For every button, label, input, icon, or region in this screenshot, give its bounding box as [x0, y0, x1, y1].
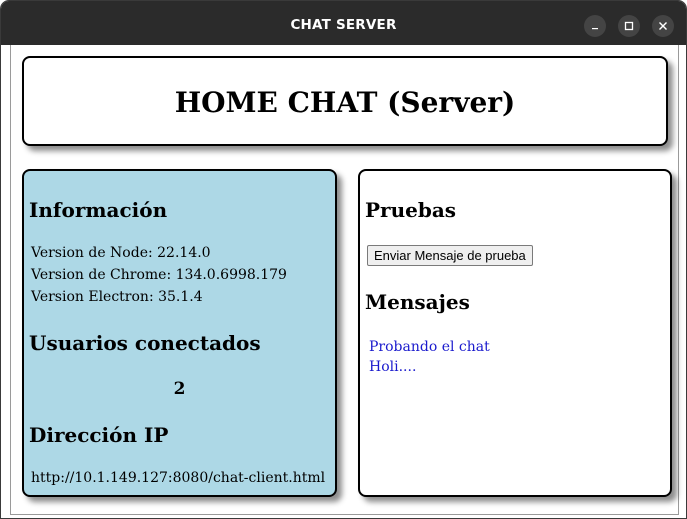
info-heading: Información [29, 198, 168, 222]
message-item: Holi.... [369, 359, 417, 375]
minimize-button[interactable] [584, 15, 606, 37]
maximize-icon [624, 21, 634, 31]
minimize-icon [592, 28, 598, 30]
app-window: CHAT SERVER HOME CHAT (Server) Informaci… [0, 0, 687, 519]
messages-heading: Mensajes [365, 290, 470, 314]
node-version: Version de Node: 22.14.0 [31, 245, 211, 261]
ip-heading: Dirección IP [29, 423, 169, 447]
maximize-button[interactable] [618, 15, 640, 37]
tests-heading: Pruebas [365, 198, 457, 222]
close-icon [659, 22, 667, 30]
header-box: HOME CHAT (Server) [22, 56, 668, 146]
title-bar[interactable]: CHAT SERVER [1, 1, 686, 45]
send-test-message-button[interactable]: Enviar Mensaje de prueba [367, 245, 533, 266]
electron-version: Version Electron: 35.1.4 [31, 289, 203, 305]
message-item: Probando el chat [369, 339, 490, 355]
info-panel: Información Version de Node: 22.14.0 Ver… [22, 169, 337, 497]
tests-panel: Pruebas Enviar Mensaje de prueba Mensaje… [358, 169, 672, 497]
users-count: 2 [173, 379, 186, 399]
app-content: HOME CHAT (Server) Información Version d… [10, 45, 679, 515]
close-button[interactable] [652, 15, 674, 37]
ip-address: http://10.1.149.127:8080/chat-client.htm… [31, 470, 326, 486]
page-title: HOME CHAT (Server) [174, 85, 516, 119]
chrome-version: Version de Chrome: 134.0.6998.179 [31, 267, 287, 283]
users-heading: Usuarios conectados [29, 331, 261, 355]
